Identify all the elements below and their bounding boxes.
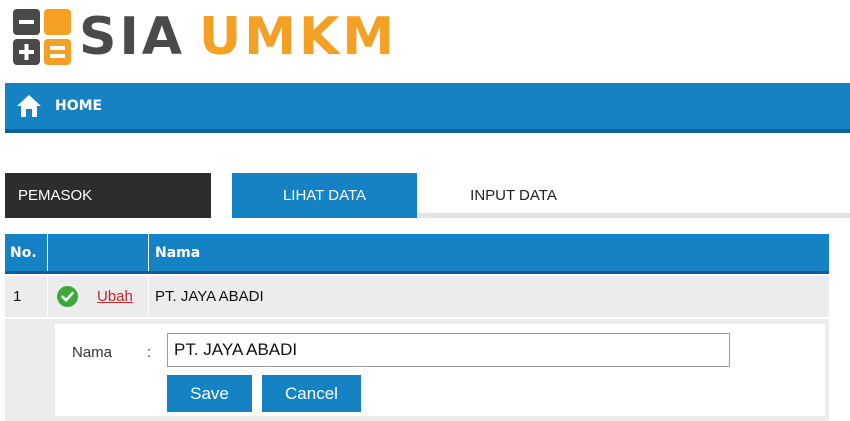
tab-input-data[interactable]: INPUT DATA <box>417 173 610 218</box>
home-icon[interactable] <box>15 93 43 119</box>
column-header-action <box>48 234 148 271</box>
column-header-no: No. <box>10 244 37 261</box>
edit-form: Nama : Save Cancel <box>55 324 825 416</box>
nama-input[interactable] <box>167 333 730 367</box>
check-circle-icon <box>57 276 78 317</box>
top-nav-bar: HOME <box>5 83 850 133</box>
brand-name-umkm: UMKM <box>199 7 398 67</box>
nama-field-label: Nama <box>72 344 113 361</box>
brand-name-sia: SIA <box>79 7 186 67</box>
cancel-button[interactable]: Cancel <box>262 375 361 412</box>
table-row: 1 Ubah PT. JAYA ABADI <box>5 276 829 317</box>
column-header-nama: Nama <box>155 244 201 261</box>
row-number: 1 <box>13 288 22 305</box>
home-link[interactable]: HOME <box>55 98 102 114</box>
column-divider <box>148 234 149 271</box>
column-divider <box>148 276 149 317</box>
edit-row: Nama : Save Cancel <box>5 319 829 421</box>
column-divider <box>47 276 48 317</box>
table-header: No. Nama <box>5 234 829 274</box>
section-title: PEMASOK <box>5 173 211 218</box>
field-separator: : <box>147 344 152 361</box>
app-logo: SIA UMKM <box>13 7 397 67</box>
supplier-name: PT. JAYA ABADI <box>155 288 264 305</box>
tab-lihat-data[interactable]: LIHAT DATA <box>232 173 417 218</box>
edit-link[interactable]: Ubah <box>97 276 133 317</box>
save-button[interactable]: Save <box>167 375 252 412</box>
calculator-icon <box>13 9 71 65</box>
